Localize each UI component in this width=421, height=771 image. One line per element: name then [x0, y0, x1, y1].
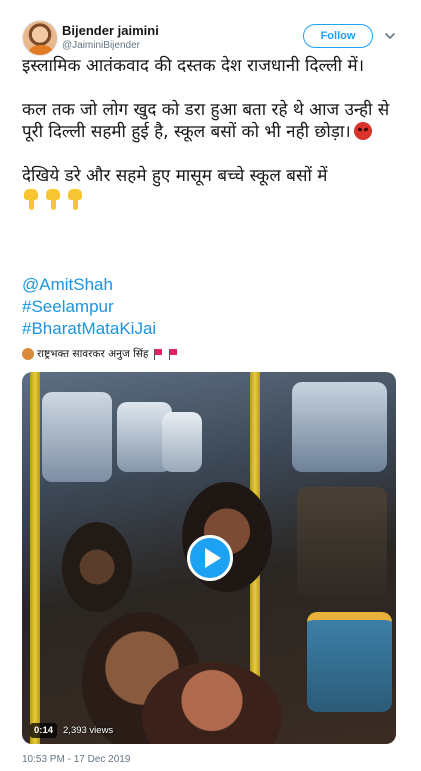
- video-meta: 0:14 2,393 views: [30, 723, 113, 738]
- pointing-down-emoji: [66, 189, 84, 211]
- mention-link[interactable]: @AmitShah: [22, 274, 156, 296]
- angry-face-emoji: [353, 122, 372, 140]
- hashtag-link[interactable]: #Seelampur: [22, 296, 156, 318]
- bus-seat: [162, 412, 202, 472]
- tweet-paragraph: इस्लामिक आतंकवाद की दस्तक देश राजधानी दि…: [22, 56, 365, 76]
- author-avatar[interactable]: [22, 20, 58, 56]
- play-button[interactable]: [187, 535, 233, 581]
- bus-seat: [297, 487, 387, 597]
- face-emoji: [22, 348, 34, 360]
- tweet-paragraph: कल तक जो लोग खुद को डरा हुआ बता रहे थे आ…: [22, 100, 390, 142]
- tweet-links: @AmitShah #Seelampur #BharatMataKiJai: [22, 274, 156, 340]
- flag-icon: [168, 348, 179, 360]
- tweet-timestamp[interactable]: 10:53 PM - 17 Dec 2019: [22, 754, 130, 765]
- tweet-paragraph: देखिये डरे और सहमे हुए मासूम बच्चे स्कूल…: [22, 166, 328, 186]
- author-handle[interactable]: @JaiminiBijender: [62, 40, 140, 51]
- tweet-card: Bijender jaimini @JaiminiBijender Follow…: [0, 0, 421, 771]
- follow-button[interactable]: Follow: [303, 24, 373, 48]
- video-duration: 0:14: [30, 723, 58, 738]
- tweet-text: इस्लामिक आतंकवाद की दस्तक देश राजधानी दि…: [22, 55, 402, 213]
- pointing-down-emoji: [22, 189, 40, 211]
- video-player[interactable]: 0:14 2,393 views: [22, 372, 396, 744]
- author-display-name[interactable]: Bijender jaimini: [62, 23, 159, 38]
- bus-pole: [30, 372, 40, 744]
- signature-text: राष्ट्रभक्त सावरकर अनुज सिंह: [37, 348, 149, 360]
- bus-seat: [42, 392, 112, 482]
- chevron-down-icon[interactable]: [384, 30, 396, 42]
- hashtag-link[interactable]: #BharatMataKiJai: [22, 318, 156, 340]
- signature-line: राष्ट्रभक्त सावरकर अनुज सिंह: [22, 347, 179, 361]
- bus-seat: [307, 612, 392, 712]
- pointing-down-emojis: [22, 189, 402, 213]
- bus-seat: [292, 382, 387, 472]
- pointing-down-emoji: [44, 189, 62, 211]
- passenger: [62, 522, 132, 612]
- video-views: 2,393 views: [63, 725, 114, 736]
- flag-icon: [153, 348, 164, 360]
